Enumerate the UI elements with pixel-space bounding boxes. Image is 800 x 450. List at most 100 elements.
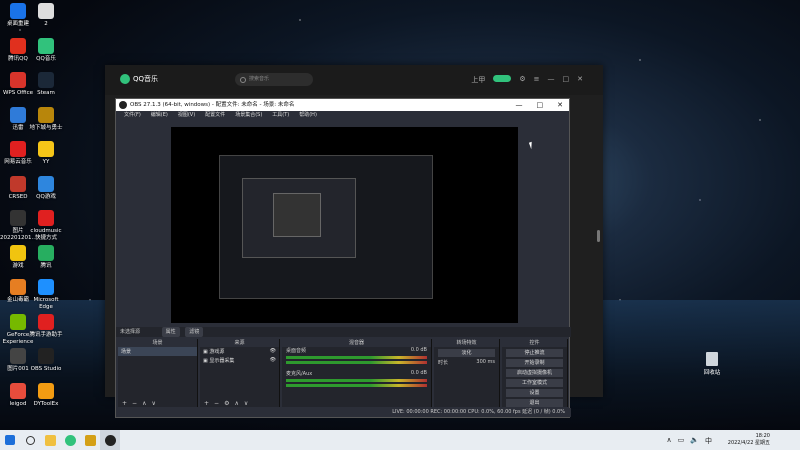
menu-profile[interactable]: 配置文件 bbox=[205, 111, 225, 120]
desktop-icon[interactable]: 2 bbox=[28, 3, 64, 28]
source-item[interactable]: ▣ 游戏源 👁 bbox=[200, 347, 279, 356]
ime-icon[interactable]: 中 bbox=[705, 436, 712, 446]
taskbar-app[interactable] bbox=[80, 430, 100, 450]
desktop-icon[interactable]: cloudmusic 快捷方式 bbox=[28, 210, 64, 242]
down-icon[interactable]: ∨ bbox=[244, 400, 248, 407]
add-icon[interactable]: + bbox=[204, 400, 209, 407]
app-icon bbox=[10, 348, 26, 364]
desktop-icon-label: QQ游戏 bbox=[36, 193, 56, 200]
eye-icon[interactable]: 👁 bbox=[270, 348, 276, 354]
network-icon[interactable]: ▭ bbox=[678, 436, 685, 446]
desktop-icon-label: 2 bbox=[44, 21, 48, 27]
skin-icon[interactable]: ⚙ bbox=[519, 75, 525, 85]
desktop-icon-label: 腾讯 bbox=[40, 262, 52, 269]
taskbar-explorer[interactable] bbox=[40, 430, 60, 450]
menu-help[interactable]: 帮助(H) bbox=[299, 111, 317, 120]
app-icon bbox=[10, 106, 26, 123]
volume-meter bbox=[286, 361, 427, 364]
desktop-icon[interactable]: Steam bbox=[28, 72, 64, 97]
menu-view[interactable]: 视图(V) bbox=[178, 111, 195, 120]
app-icon bbox=[10, 141, 26, 157]
menu-scene-collection[interactable]: 场景集合(S) bbox=[235, 111, 262, 120]
desktop-icon[interactable]: Microsoft Edge bbox=[28, 279, 64, 311]
taskbar-obs[interactable] bbox=[100, 430, 120, 450]
up-icon[interactable]: ∧ bbox=[142, 400, 146, 407]
taskbar-qqmusic[interactable] bbox=[60, 430, 80, 450]
desktop-icon-label: YY bbox=[42, 159, 50, 165]
taskbar-search[interactable] bbox=[20, 430, 40, 450]
desktop-icon[interactable]: QQ音乐 bbox=[28, 37, 64, 63]
desktop-icon[interactable]: QQ游戏 bbox=[28, 175, 64, 201]
eye-icon[interactable]: 👁 bbox=[270, 357, 276, 363]
start-button[interactable] bbox=[0, 430, 20, 450]
desktop-icon-label: 地下城与勇士 bbox=[29, 124, 63, 131]
desktop-icon[interactable]: YY bbox=[28, 141, 64, 166]
maximize-icon[interactable]: □ bbox=[563, 75, 570, 85]
remove-icon[interactable]: − bbox=[214, 400, 219, 407]
clock-date: 2022/4/22 星期五 bbox=[727, 440, 770, 446]
desktop-icon[interactable]: DYToolEx bbox=[28, 382, 64, 408]
volume-meter bbox=[286, 356, 427, 359]
menu-icon[interactable]: ≡ bbox=[534, 75, 540, 85]
channel-level: 0.0 dB bbox=[410, 347, 427, 353]
obs-preview[interactable] bbox=[171, 127, 518, 323]
qqmusic-window-controls: 上甲 ⚙ ≡ — □ ✕ bbox=[471, 75, 583, 85]
chevron-up-icon[interactable]: ∧ bbox=[667, 436, 672, 446]
transition-select[interactable]: 淡化 bbox=[438, 349, 495, 357]
app-icon bbox=[10, 244, 26, 261]
stop-streaming-button[interactable]: 停止推流 bbox=[506, 349, 563, 357]
desktop-icon[interactable]: 腾讯手游助手 bbox=[28, 313, 64, 339]
app-icon bbox=[38, 106, 54, 123]
app-icon bbox=[10, 210, 26, 226]
obs-titlebar: OBS 27.1.3 (64-bit, windows) - 配置文件: 未命名… bbox=[116, 99, 569, 111]
exit-button[interactable]: 退出 bbox=[506, 399, 563, 407]
obs-title: OBS 27.1.3 (64-bit, windows) - 配置文件: 未命名… bbox=[130, 102, 295, 108]
qqmusic-search-input[interactable]: 搜索音乐 bbox=[235, 73, 313, 86]
scenes-title: 场景 bbox=[118, 339, 197, 347]
up-icon[interactable]: ∧ bbox=[234, 400, 238, 407]
qqmusic-user[interactable]: 上甲 bbox=[471, 75, 485, 85]
transitions-dock: 转场特效 淡化 时长 300 ms bbox=[434, 339, 500, 407]
qqmusic-scrollbar[interactable] bbox=[597, 230, 600, 242]
close-icon[interactable]: ✕ bbox=[577, 75, 583, 85]
gear-icon[interactable]: ⚙ bbox=[224, 400, 229, 407]
menu-file[interactable]: 文件(F) bbox=[124, 111, 141, 120]
desktop-icon[interactable]: OBS Studio bbox=[28, 348, 64, 373]
recycle-bin[interactable]: 回收站 bbox=[700, 352, 724, 376]
volume-icon[interactable]: 🔈 bbox=[690, 436, 699, 446]
recycle-bin-icon bbox=[706, 352, 718, 366]
minimize-icon[interactable]: — bbox=[548, 75, 555, 85]
mixer-dock: 混音器 桌面音频 0.0 dB 麦克风/Aux 0.0 dB bbox=[282, 339, 432, 407]
app-icon bbox=[10, 313, 26, 330]
obs-close-icon[interactable]: ✕ bbox=[557, 99, 563, 111]
remove-icon[interactable]: − bbox=[132, 400, 137, 407]
qqmusic-logo-text: QQ音乐 bbox=[133, 75, 159, 83]
studio-mode-button[interactable]: 工作室模式 bbox=[506, 379, 563, 387]
virtual-camera-button[interactable]: 启动虚拟摄像机 bbox=[506, 369, 563, 377]
down-icon[interactable]: ∨ bbox=[151, 400, 155, 407]
settings-button[interactable]: 设置 bbox=[506, 389, 563, 397]
filters-button[interactable]: 滤镜 bbox=[185, 327, 204, 337]
obs-minimize-icon[interactable]: — bbox=[516, 99, 523, 111]
properties-button[interactable]: 属性 bbox=[161, 327, 180, 337]
menu-tools[interactable]: 工具(T) bbox=[272, 111, 289, 120]
desktop-icon-label: Microsoft Edge bbox=[33, 297, 59, 310]
vip-badge[interactable] bbox=[493, 75, 512, 82]
start-recording-button[interactable]: 开始录制 bbox=[506, 359, 563, 367]
source-item[interactable]: ▣ 显示器采集 👁 bbox=[200, 356, 279, 365]
scene-item[interactable]: 场景 bbox=[118, 347, 197, 356]
desktop-icon[interactable]: 地下城与勇士 bbox=[28, 106, 64, 132]
duration-input[interactable]: 300 ms bbox=[476, 359, 495, 366]
add-icon[interactable]: + bbox=[122, 400, 127, 407]
duration-row: 时长 300 ms bbox=[434, 359, 499, 366]
qqmusic-logo-icon bbox=[120, 74, 130, 84]
desktop-icon[interactable]: 腾讯 bbox=[28, 244, 64, 270]
volume-meter bbox=[286, 379, 427, 382]
clock[interactable]: 18:20 2022/4/22 星期五 bbox=[728, 433, 770, 447]
menu-edit[interactable]: 编辑(E) bbox=[151, 111, 168, 120]
search-icon bbox=[25, 435, 35, 445]
obs-maximize-icon[interactable]: □ bbox=[537, 99, 544, 111]
app-icon bbox=[38, 210, 54, 226]
qqmusic-logo: QQ音乐 bbox=[120, 74, 158, 84]
obs-window[interactable]: OBS 27.1.3 (64-bit, windows) - 配置文件: 未命名… bbox=[115, 98, 571, 418]
